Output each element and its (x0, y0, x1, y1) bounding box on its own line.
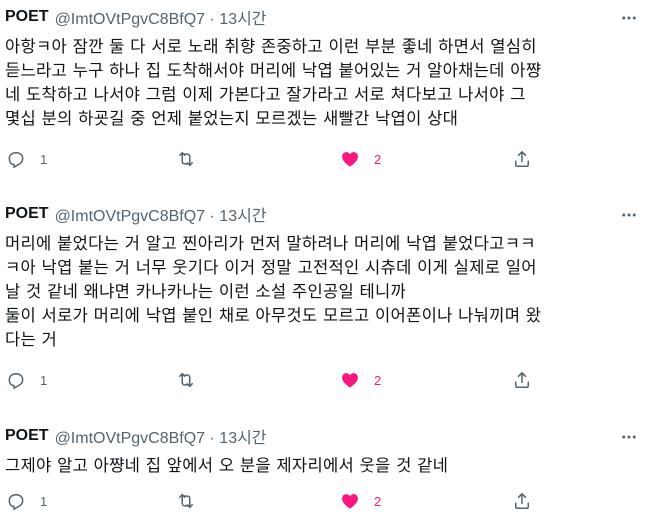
tweet-header: POET @ImtOVtPgvC8BfQ7 · 13시간 (5, 203, 267, 225)
retweet-button[interactable] (176, 147, 196, 171)
reply-icon (8, 373, 24, 389)
like-button[interactable]: 2 (340, 489, 381, 513)
tweet-actions: 1 2 (0, 147, 650, 171)
author-handle-time[interactable]: @ImtOVtPgvC8BfQ7 · 13시간 (55, 5, 267, 29)
like-icon (342, 152, 358, 167)
tweet-text-line: 날 것 같네 왜냐면 카나카나는 이런 소설 주인공일 테니까 (5, 282, 407, 301)
like-count: 2 (374, 372, 382, 388)
retweet-icon (179, 151, 193, 167)
reply-count: 1 (40, 493, 48, 509)
retweet-button[interactable] (176, 489, 196, 513)
tweet-actions: 1 2 (0, 368, 650, 392)
tweet-text-line: 머리에 붙었다는 거 알고 찐아리가 먼저 말하려나 머리에 낙엽 붙었다고ㅋㅋ (5, 234, 536, 253)
share-icon (515, 151, 529, 167)
like-count: 2 (374, 493, 382, 509)
tweet-header: POET @ImtOVtPgvC8BfQ7 · 13시간 (5, 6, 267, 28)
tweet-text-line: 다는 거 (5, 330, 58, 349)
retweet-button[interactable] (176, 368, 196, 392)
retweet-icon (179, 493, 193, 509)
tweet-actions: 1 2 (0, 489, 650, 513)
reply-button[interactable]: 1 (6, 147, 47, 171)
share-icon (515, 372, 529, 388)
author-name[interactable]: POET (5, 8, 49, 26)
tweet-header: POET @ImtOVtPgvC8BfQ7 · 13시간 (5, 425, 267, 447)
retweet-icon (179, 372, 193, 388)
author-handle-time[interactable]: @ImtOVtPgvC8BfQ7 · 13시간 (55, 202, 267, 226)
tweet-text-line: ㅋ아 낙엽 붙는 거 너무 웃기다 이거 정말 고전적인 시츄데 이게 실제로 … (5, 258, 537, 277)
tweet-text-line: 몇십 분의 하굣길 중 언제 붙었는지 모르겠는 새빨간 낙엽이 상대 (5, 109, 459, 128)
tweet-text: 그제야 알고 아쨩네 집 앞에서 오 분을 제자리에서 웃을 것 같네 (5, 454, 637, 478)
author-handle-time[interactable]: @ImtOVtPgvC8BfQ7 · 13시간 (55, 424, 267, 448)
reply-button[interactable]: 1 (6, 368, 47, 392)
like-button[interactable]: 2 (340, 368, 381, 392)
tweet-text-line: 아항ㅋ아 잠깐 둘 다 서로 노래 취향 존중하고 이런 부분 좋네 하면서 열… (5, 37, 537, 56)
more-icon[interactable] (616, 205, 642, 225)
share-button[interactable] (512, 147, 532, 171)
tweet-text-line: 그제야 알고 아쨩네 집 앞에서 오 분을 제자리에서 웃을 것 같네 (5, 456, 449, 475)
tweet-text-line: 둘이 서로가 머리에 낙엽 붙인 채로 아무것도 모르고 이어폰이나 나눠끼며 … (5, 306, 542, 325)
share-button[interactable] (512, 368, 532, 392)
reply-count: 1 (40, 372, 48, 388)
like-icon (342, 494, 358, 509)
tweet-text: 머리에 붙었다는 거 알고 찐아리가 먼저 말하려나 머리에 낙엽 붙었다고ㅋㅋ… (5, 232, 637, 352)
more-icon[interactable] (616, 427, 642, 447)
like-icon (342, 373, 358, 388)
author-name[interactable]: POET (5, 205, 49, 223)
share-icon (515, 493, 529, 509)
like-button[interactable]: 2 (340, 147, 381, 171)
tweet-text-line: 듣느라고 누구 하나 집 도착해서야 머리에 낙엽 붙어있는 거 알아채는데 아… (5, 61, 542, 80)
like-count: 2 (374, 151, 382, 167)
reply-button[interactable]: 1 (6, 489, 47, 513)
more-icon[interactable] (616, 8, 642, 28)
reply-count: 1 (40, 151, 48, 167)
reply-icon (8, 152, 24, 168)
tweet-text-line: 네 도착하고 나서야 그럼 이제 가본다고 잘가라고 서로 쳐다보고 나서야 그 (5, 85, 526, 104)
author-name[interactable]: POET (5, 427, 49, 445)
reply-icon (8, 494, 24, 510)
share-button[interactable] (512, 489, 532, 513)
tweet-text: 아항ㅋ아 잠깐 둘 다 서로 노래 취향 존중하고 이런 부분 좋네 하면서 열… (5, 35, 637, 131)
